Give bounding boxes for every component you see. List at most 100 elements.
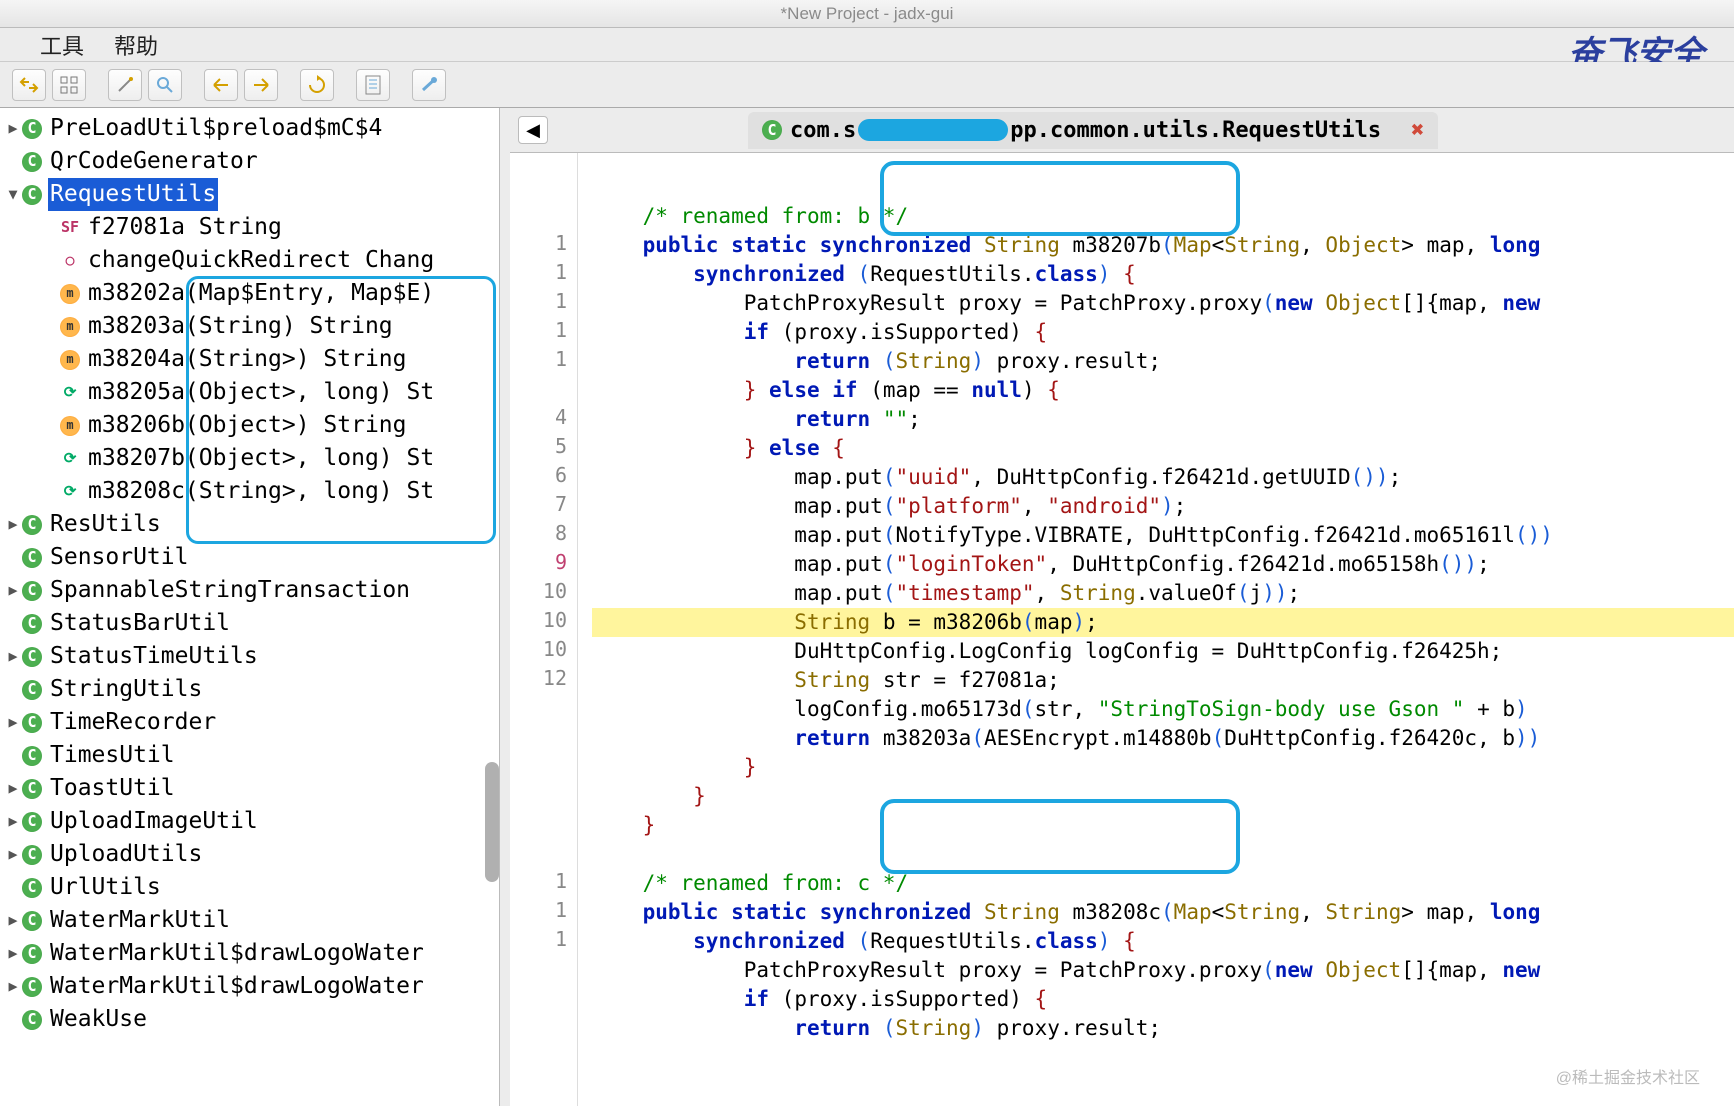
toolbar-forward-icon[interactable]: [244, 69, 278, 101]
toolbar-settings-icon[interactable]: [412, 69, 446, 101]
tree-item[interactable]: CUrlUtils: [0, 871, 499, 904]
collapse-icon[interactable]: ▶: [4, 640, 22, 673]
collapse-icon[interactable]: ▶: [4, 574, 22, 607]
method-icon: m: [60, 317, 80, 337]
tree-method[interactable]: mm38204a(String>) String: [0, 343, 499, 376]
tab-bar: ◀ C com.s pp.common.utils.RequestUtils ✖: [510, 108, 1734, 152]
tree-item[interactable]: ▶CWaterMarkUtil$drawLogoWater: [0, 937, 499, 970]
code-editor[interactable]: 1111145678910101012111 /* renamed from: …: [510, 152, 1734, 1106]
tab-title-prefix: com.s: [790, 118, 856, 143]
redacted-block: [858, 119, 1008, 141]
tab-history-back[interactable]: ◀: [518, 116, 548, 144]
tree-method[interactable]: mm38202a(Map$Entry, Map$E): [0, 277, 499, 310]
tree-item[interactable]: CSensorUtil: [0, 541, 499, 574]
tree-method-sync[interactable]: ⟳m38205a(Object>, long) St: [0, 376, 499, 409]
tree-item[interactable]: ▶CTimeRecorder: [0, 706, 499, 739]
class-icon: C: [22, 614, 42, 634]
code-content[interactable]: /* renamed from: b */ public static sync…: [578, 153, 1734, 1106]
collapse-icon[interactable]: ▶: [4, 112, 22, 145]
menu-item-help[interactable]: 帮助: [114, 29, 158, 61]
tab-title-suffix: pp.common.utils.RequestUtils: [1010, 118, 1381, 143]
tab-close-icon[interactable]: ✖: [1411, 118, 1424, 143]
tree-item[interactable]: ▶CUploadUtils: [0, 838, 499, 871]
tree-item[interactable]: CTimesUtil: [0, 739, 499, 772]
tree-item[interactable]: CWeakUse: [0, 1003, 499, 1036]
tree-method-sync[interactable]: ⟳m38207b(Object>, long) St: [0, 442, 499, 475]
class-icon: C: [22, 779, 42, 799]
menu-item-tools[interactable]: 工具: [40, 29, 84, 61]
class-icon: C: [22, 911, 42, 931]
sync-method-icon: ⟳: [60, 482, 80, 502]
collapse-icon[interactable]: ▶: [4, 937, 22, 970]
toolbar-grid-icon[interactable]: [52, 69, 86, 101]
tree-item[interactable]: ▶CWaterMarkUtil: [0, 904, 499, 937]
class-icon: C: [22, 944, 42, 964]
class-icon: C: [22, 152, 42, 172]
class-icon: C: [22, 581, 42, 601]
tree-item[interactable]: ▶CPreLoadUtil$preload$mC$4: [0, 112, 499, 145]
tree-method-sync[interactable]: ⟳m38208c(String>, long) St: [0, 475, 499, 508]
collapse-icon[interactable]: ▶: [4, 805, 22, 838]
tree-item[interactable]: ▶CWaterMarkUtil$drawLogoWater: [0, 970, 499, 1003]
collapse-icon[interactable]: ▶: [4, 970, 22, 1003]
class-icon: C: [22, 515, 42, 535]
tree-item[interactable]: ▶CToastUtil: [0, 772, 499, 805]
expand-icon[interactable]: ▼: [4, 178, 22, 211]
toolbar-refresh-icon[interactable]: [300, 69, 334, 101]
tree-field[interactable]: SFf27081a String: [0, 211, 499, 244]
watermark-footer: @稀土掘金技术社区: [1556, 1064, 1700, 1088]
tree-field[interactable]: ○changeQuickRedirect Chang: [0, 244, 499, 277]
class-icon: C: [22, 812, 42, 832]
toolbar: [0, 62, 1734, 108]
tree-method[interactable]: mm38203a(String) String: [0, 310, 499, 343]
collapse-icon[interactable]: ▶: [4, 838, 22, 871]
tree-panel: ▶CPreLoadUtil$preload$mC$4 CQrCodeGenera…: [0, 108, 500, 1106]
class-icon: C: [22, 1010, 42, 1030]
tree-item[interactable]: CStatusBarUtil: [0, 607, 499, 640]
method-icon: m: [60, 284, 80, 304]
editor-tab[interactable]: C com.s pp.common.utils.RequestUtils ✖: [748, 112, 1438, 149]
field-icon: SF: [60, 218, 80, 238]
class-icon: C: [762, 120, 782, 140]
class-icon: C: [22, 878, 42, 898]
window-title: *New Project - jadx-gui: [0, 0, 1734, 28]
collapse-icon[interactable]: ▶: [4, 706, 22, 739]
line-gutter: 1111145678910101012111: [510, 153, 578, 1106]
main-content: ▶CPreLoadUtil$preload$mC$4 CQrCodeGenera…: [0, 108, 1734, 1106]
splitter[interactable]: [500, 108, 510, 1106]
collapse-icon[interactable]: ▶: [4, 508, 22, 541]
tree-item[interactable]: ▶CResUtils: [0, 508, 499, 541]
tree-item[interactable]: ▶CSpannableStringTransaction: [0, 574, 499, 607]
toolbar-back-icon[interactable]: [204, 69, 238, 101]
toolbar-sync-icon[interactable]: [12, 69, 46, 101]
class-tree[interactable]: ▶CPreLoadUtil$preload$mC$4 CQrCodeGenera…: [0, 108, 499, 1040]
tree-method[interactable]: mm38206b(Object>) String: [0, 409, 499, 442]
field-icon: ○: [60, 251, 80, 271]
menu-bar: 工具 帮助 奋飞安全: [0, 28, 1734, 62]
toolbar-log-icon[interactable]: [356, 69, 390, 101]
sync-method-icon: ⟳: [60, 449, 80, 469]
class-icon: C: [22, 548, 42, 568]
tree-item-selected[interactable]: ▼CRequestUtils: [0, 178, 499, 211]
tree-item[interactable]: ▶CStatusTimeUtils: [0, 640, 499, 673]
method-icon: m: [60, 350, 80, 370]
class-icon: C: [22, 119, 42, 139]
editor-panel: ◀ C com.s pp.common.utils.RequestUtils ✖…: [510, 108, 1734, 1106]
toolbar-wand-icon[interactable]: [108, 69, 142, 101]
toolbar-search-icon[interactable]: [148, 69, 182, 101]
class-icon: C: [22, 185, 42, 205]
class-icon: C: [22, 977, 42, 997]
sync-method-icon: ⟳: [60, 383, 80, 403]
tree-scrollbar[interactable]: [485, 762, 499, 882]
class-icon: C: [22, 845, 42, 865]
tree-item[interactable]: ▶CUploadImageUtil: [0, 805, 499, 838]
collapse-icon[interactable]: ▶: [4, 772, 22, 805]
tree-item[interactable]: CStringUtils: [0, 673, 499, 706]
class-icon: C: [22, 713, 42, 733]
class-icon: C: [22, 746, 42, 766]
collapse-icon[interactable]: ▶: [4, 904, 22, 937]
class-icon: C: [22, 647, 42, 667]
class-icon: C: [22, 680, 42, 700]
method-icon: m: [60, 416, 80, 436]
tree-item[interactable]: CQrCodeGenerator: [0, 145, 499, 178]
